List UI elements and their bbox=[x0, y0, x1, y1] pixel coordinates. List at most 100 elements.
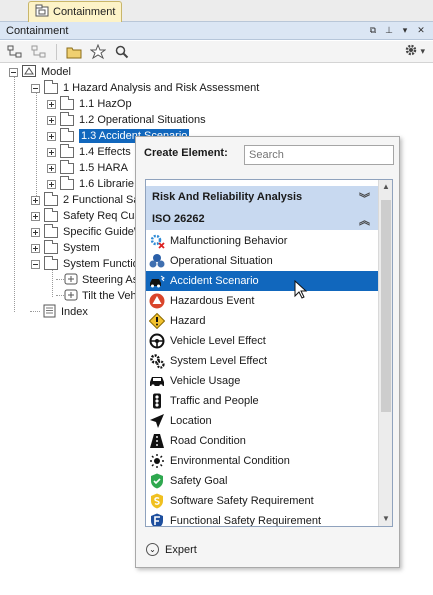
tree-row-index[interactable]: Index bbox=[43, 304, 88, 320]
expand-toggle[interactable] bbox=[31, 195, 40, 205]
close-icon[interactable]: ✕ bbox=[415, 24, 427, 36]
list-item-functional-safety-requirement[interactable]: Functional Safety Requirement bbox=[146, 511, 378, 526]
tree-row-specific-guide[interactable]: Specific GuideW bbox=[31, 223, 144, 240]
list-item-vehicle-usage[interactable]: Vehicle Usage bbox=[146, 371, 378, 391]
tree-label: System bbox=[63, 242, 100, 254]
warning-diamond-icon bbox=[149, 313, 165, 329]
tree-row-steering[interactable]: Steering As bbox=[64, 272, 138, 288]
expand-toggle[interactable] bbox=[31, 227, 40, 237]
expert-label: Expert bbox=[165, 543, 197, 556]
tree-row-functional[interactable]: 2 Functional Sa bbox=[31, 191, 139, 208]
expand-toggle[interactable] bbox=[31, 243, 40, 253]
scroll-down-icon[interactable]: ▼ bbox=[379, 512, 392, 526]
collapse-toggle[interactable] bbox=[9, 67, 18, 77]
tree-row-safety-req[interactable]: Safety Req Cus bbox=[31, 207, 141, 224]
tree-row-system[interactable]: System bbox=[31, 239, 100, 256]
tree-label: Safety Req Cus bbox=[63, 210, 141, 222]
tree-connector bbox=[30, 311, 40, 312]
list-item-malfunctioning-behavior[interactable]: Malfunctioning Behavior bbox=[146, 231, 378, 251]
group-label: Risk And Reliability Analysis bbox=[152, 191, 303, 203]
tree-row-tilt[interactable]: Tilt the Veh bbox=[64, 288, 137, 304]
list-item-environmental-condition[interactable]: Environmental Condition bbox=[146, 451, 378, 471]
folder-icon bbox=[44, 79, 58, 94]
folder-icon bbox=[44, 207, 58, 222]
list-item-operational-situation[interactable]: Operational Situation bbox=[146, 251, 378, 271]
list-item-vehicle-level-effect[interactable]: Vehicle Level Effect bbox=[146, 331, 378, 351]
tree-row-effects[interactable]: 1.4 Effects bbox=[47, 143, 131, 160]
list-scrollbar[interactable]: ▲ ▼ bbox=[378, 180, 392, 526]
list-item-system-level-effect[interactable]: System Level Effect bbox=[146, 351, 378, 371]
tree-row-operational-situations[interactable]: 1.2 Operational Situations bbox=[47, 111, 206, 128]
expand-toggle[interactable] bbox=[47, 131, 56, 141]
panel-title-bar: Containment ⧉ ⊥ ▾ ✕ bbox=[0, 22, 433, 40]
tree-row-system-functions[interactable]: System Functio bbox=[31, 255, 139, 272]
tree-row-libraries[interactable]: 1.6 Librarie bbox=[47, 175, 134, 192]
folder-icon bbox=[60, 127, 74, 142]
expand-toggle[interactable] bbox=[47, 147, 56, 157]
tree-row-model[interactable]: Model bbox=[9, 64, 71, 80]
list-item-hazardous-event[interactable]: Hazardous Event bbox=[146, 291, 378, 311]
expand-toggle[interactable] bbox=[47, 179, 56, 189]
tree-connector bbox=[56, 279, 64, 280]
folder-icon bbox=[44, 223, 58, 238]
collapse-all-icon[interactable] bbox=[30, 43, 48, 61]
gear-icon[interactable] bbox=[404, 43, 418, 60]
tab-containment[interactable]: Containment bbox=[28, 1, 122, 22]
list-item-accident-scenario[interactable]: Accident Scenario bbox=[146, 271, 378, 291]
expand-all-icon[interactable] bbox=[6, 43, 24, 61]
chevron-down-circle-icon: ⌄ bbox=[146, 543, 159, 556]
collapse-toggle[interactable] bbox=[31, 259, 40, 269]
list-item-traffic-and-people[interactable]: Traffic and People bbox=[146, 391, 378, 411]
element-list: Risk And Reliability Analysis ︾ ISO 2626… bbox=[145, 179, 393, 527]
expand-toggle[interactable] bbox=[47, 115, 56, 125]
function-icon bbox=[64, 288, 78, 304]
list-item-location[interactable]: Location bbox=[146, 411, 378, 431]
tree-label: Model bbox=[41, 66, 71, 78]
tree-label: Steering As bbox=[82, 274, 139, 286]
chevron-double-down-icon[interactable]: ︾ bbox=[359, 190, 370, 206]
tree-row-hazop[interactable]: 1.1 HazOp bbox=[47, 95, 132, 112]
yellow-shield-icon bbox=[149, 493, 165, 509]
expand-toggle[interactable] bbox=[47, 163, 56, 173]
popup-header: Create Element: bbox=[144, 147, 228, 159]
location-arrow-icon bbox=[149, 413, 165, 429]
list-item-software-safety-requirement[interactable]: Software Safety Requirement bbox=[146, 491, 378, 511]
tree-row-hara[interactable]: 1.5 HARA bbox=[47, 159, 128, 176]
folder-icon bbox=[60, 159, 74, 174]
create-element-popup: Create Element: Risk And Reliability Ana… bbox=[135, 136, 400, 568]
expand-toggle[interactable] bbox=[31, 211, 40, 221]
search-icon[interactable] bbox=[113, 43, 131, 61]
model-icon bbox=[22, 64, 36, 80]
tree-label: 1.2 Operational Situations bbox=[79, 114, 206, 126]
list-item-hazard[interactable]: Hazard bbox=[146, 311, 378, 331]
open-folder-icon[interactable] bbox=[65, 43, 83, 61]
function-icon bbox=[64, 272, 78, 288]
hazard-triangle-icon bbox=[149, 293, 165, 309]
list-item-road-condition[interactable]: Road Condition bbox=[146, 431, 378, 451]
chevron-double-up-icon[interactable]: ︽ bbox=[359, 212, 370, 228]
group-iso-26262[interactable]: ISO 26262 ︽ bbox=[146, 208, 378, 230]
list-item-safety-goal[interactable]: Safety Goal bbox=[146, 471, 378, 491]
tree-connector bbox=[36, 92, 37, 200]
green-shield-icon bbox=[149, 473, 165, 489]
menu-icon[interactable]: ▾ bbox=[399, 24, 411, 36]
expand-toggle[interactable] bbox=[47, 99, 56, 109]
search-input[interactable] bbox=[244, 145, 394, 165]
steering-wheel-icon bbox=[149, 333, 165, 349]
operational-situation-icon bbox=[149, 253, 165, 269]
road-icon bbox=[149, 433, 165, 449]
expert-toggle[interactable]: ⌄ Expert bbox=[146, 543, 197, 556]
scroll-up-icon[interactable]: ▲ bbox=[379, 180, 392, 194]
float-panel-icon[interactable]: ⧉ bbox=[367, 24, 379, 36]
collapse-toggle[interactable] bbox=[31, 83, 40, 93]
chevron-down-icon[interactable]: ▾ bbox=[420, 46, 425, 57]
tab-label: Containment bbox=[53, 6, 116, 18]
star-icon[interactable] bbox=[89, 43, 107, 61]
tree-row-hazard-analysis[interactable]: 1 Hazard Analysis and Risk Assessment bbox=[31, 79, 259, 96]
folder-icon bbox=[60, 143, 74, 158]
car-crash-icon bbox=[149, 273, 165, 289]
pin-icon[interactable]: ⊥ bbox=[383, 24, 395, 36]
group-risk-reliability[interactable]: Risk And Reliability Analysis ︾ bbox=[146, 186, 378, 208]
item-label: Road Condition bbox=[170, 435, 246, 447]
scrollbar-thumb[interactable] bbox=[381, 200, 391, 412]
